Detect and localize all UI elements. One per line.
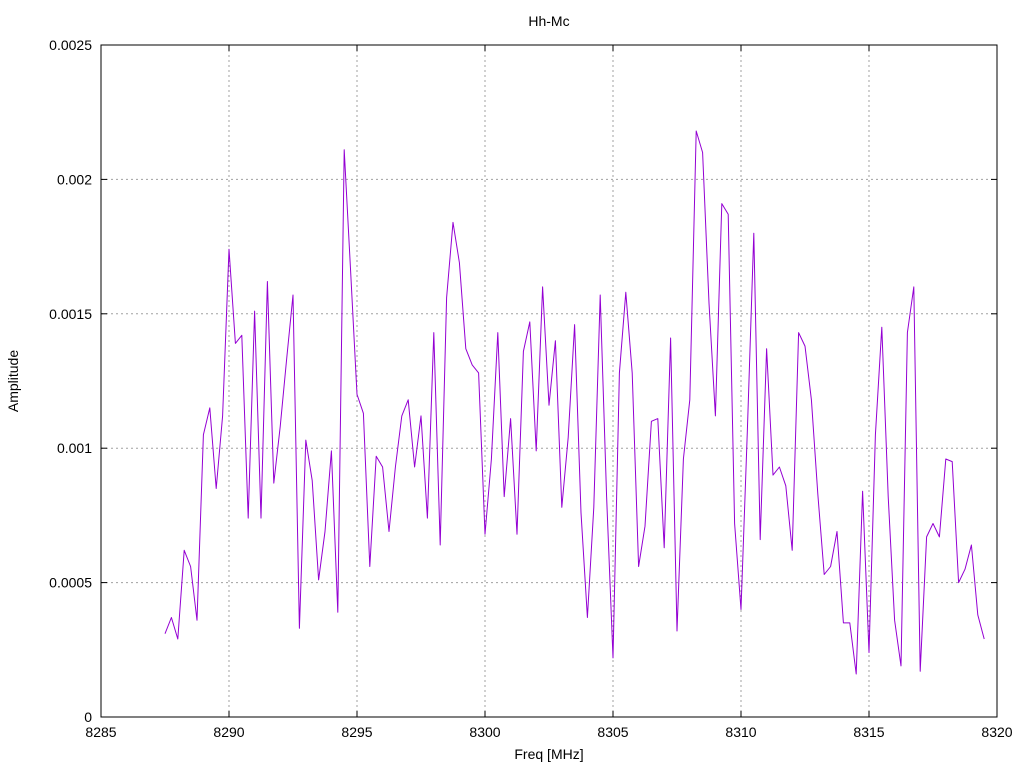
y-tick-label: 0 [84, 709, 92, 725]
grid-lines [101, 45, 997, 717]
y-tick-label: 0.0015 [49, 306, 92, 322]
x-tick-label: 8300 [469, 724, 500, 740]
line-chart: 8285 8290 8295 8300 8305 8310 8315 8320 0 0.0005 0… [5, 13, 1013, 762]
x-axis-label: Freq [MHz] [514, 746, 583, 762]
x-tick-label: 8305 [597, 724, 628, 740]
y-tick-label: 0.0005 [49, 575, 92, 591]
chart-title: Hh-Mc [528, 13, 569, 29]
y-axis-label: Amplitude [5, 350, 21, 412]
axis-ticks [100, 44, 998, 718]
y-tick-label: 0.0025 [49, 37, 92, 53]
x-tick-label: 8295 [341, 724, 372, 740]
plot-frame [100, 44, 998, 718]
series-line [164, 130, 985, 675]
y-tick-label: 0.001 [57, 440, 92, 456]
y-tick-label: 0.002 [57, 171, 92, 187]
x-tick-label: 8315 [853, 724, 884, 740]
x-tick-label: 8320 [981, 724, 1012, 740]
x-tick-label: 8290 [213, 724, 244, 740]
x-tick-label: 8285 [85, 724, 116, 740]
x-tick-label: 8310 [725, 724, 756, 740]
